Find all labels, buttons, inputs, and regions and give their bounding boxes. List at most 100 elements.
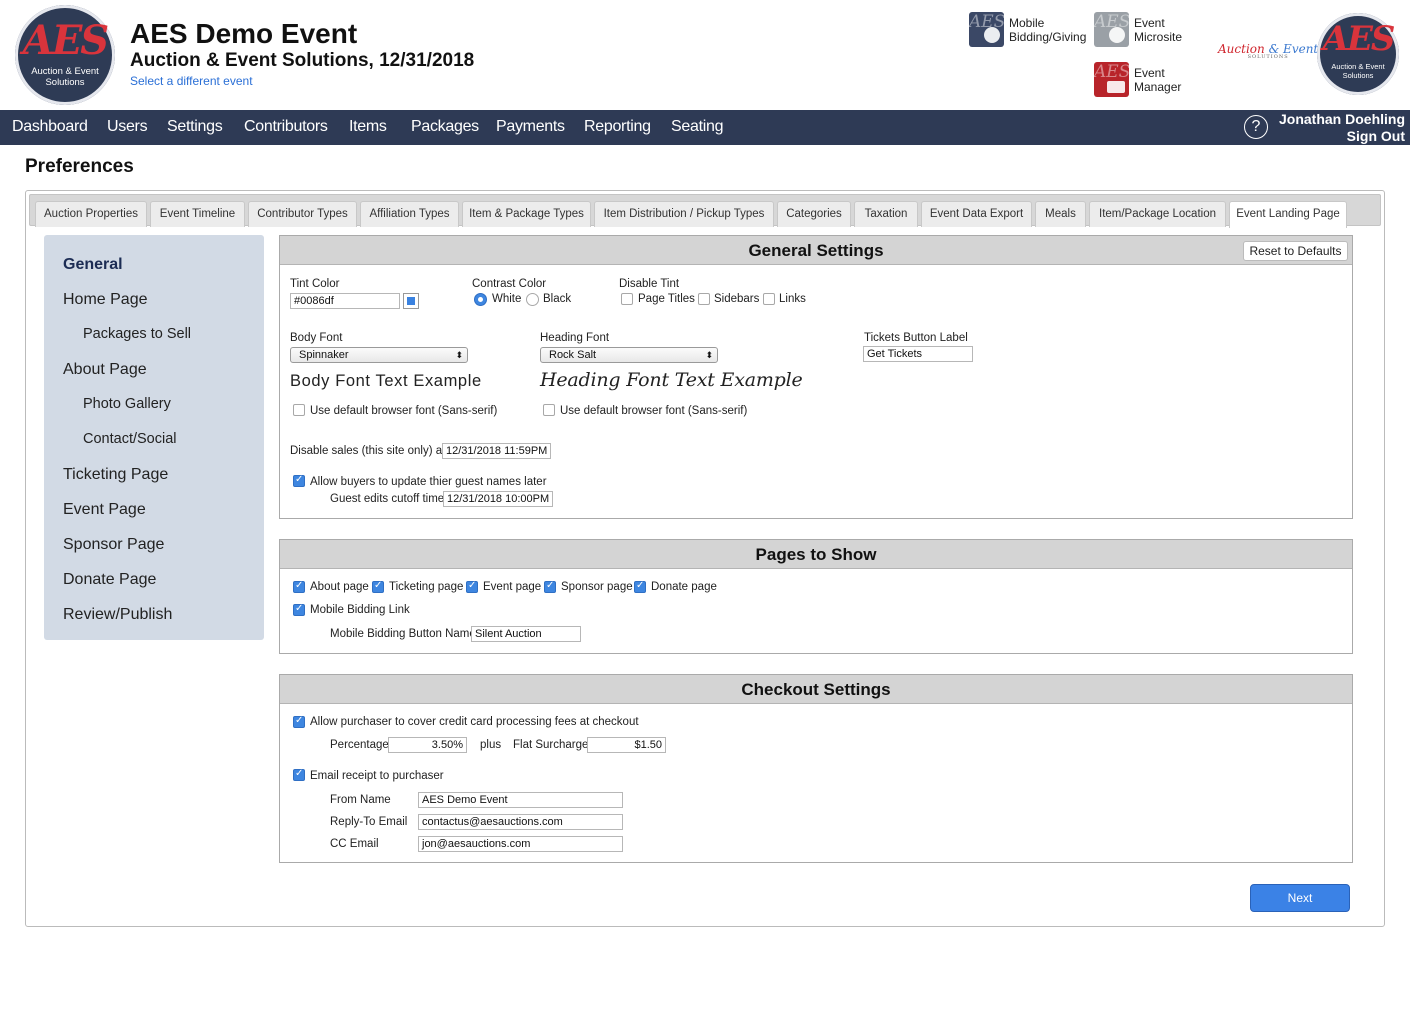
sidebar-item-general[interactable]: General bbox=[63, 256, 123, 274]
body-default-font-checkbox[interactable] bbox=[293, 404, 305, 416]
sidebar-item-ticketing-page[interactable]: Ticketing Page bbox=[63, 466, 168, 484]
disable-tint-sidebars-label: Sidebars bbox=[714, 293, 760, 305]
percentage-input[interactable]: 3.50% bbox=[388, 737, 467, 753]
nav-reporting[interactable]: Reporting bbox=[584, 118, 651, 136]
aes-logo[interactable]: AES Auction & Event Solutions bbox=[15, 5, 115, 105]
color-swatch[interactable] bbox=[403, 293, 419, 309]
tab-event-timeline[interactable]: Event Timeline bbox=[150, 201, 245, 227]
tab-item-package-types[interactable]: Item & Package Types bbox=[462, 201, 591, 227]
sidebar-item-sponsor-page[interactable]: Sponsor Page bbox=[63, 536, 164, 554]
show-about-checkbox[interactable] bbox=[293, 580, 305, 593]
sidebar-item-about-page[interactable]: About Page bbox=[63, 361, 147, 379]
tab-taxation[interactable]: Taxation bbox=[854, 201, 918, 227]
heading-font-label: Heading Font bbox=[540, 332, 610, 344]
nav-seating[interactable]: Seating bbox=[671, 118, 723, 136]
mobile-bidding-link-checkbox[interactable] bbox=[293, 603, 305, 616]
tab-meals[interactable]: Meals bbox=[1035, 201, 1086, 227]
sign-out-link[interactable]: Sign Out bbox=[1279, 128, 1405, 145]
contrast-color-label: Contrast Color bbox=[472, 278, 547, 290]
tab-event-data-export[interactable]: Event Data Export bbox=[921, 201, 1032, 227]
allow-guest-update-checkbox[interactable] bbox=[293, 474, 305, 487]
show-event-checkbox[interactable] bbox=[466, 580, 478, 593]
nav-contributors[interactable]: Contributors bbox=[244, 118, 328, 136]
main-nav: Dashboard Users Settings Contributors It… bbox=[0, 110, 1410, 145]
disable-sales-input[interactable]: 12/31/2018 11:59PM bbox=[442, 443, 551, 459]
reply-to-label: Reply-To Email bbox=[330, 816, 408, 828]
cover-fees-checkbox[interactable] bbox=[293, 715, 305, 728]
disable-sales-label: Disable sales (this site only) at bbox=[290, 445, 446, 457]
cover-fees-label: Allow purchaser to cover credit card pro… bbox=[310, 716, 639, 728]
heading-default-font-label: Use default browser font (Sans-serif) bbox=[560, 405, 748, 417]
tab-event-landing-page[interactable]: Event Landing Page bbox=[1229, 201, 1347, 228]
app-event-manager[interactable]: AES Event Manager bbox=[1094, 62, 1194, 97]
show-donate-checkbox[interactable] bbox=[634, 580, 646, 593]
reset-defaults-button[interactable]: Reset to Defaults bbox=[1243, 241, 1348, 261]
tint-color-label: Tint Color bbox=[290, 278, 340, 290]
body-font-label: Body Font bbox=[290, 332, 343, 344]
contrast-white-label: White bbox=[492, 293, 522, 305]
tab-affiliation-types[interactable]: Affiliation Types bbox=[360, 201, 459, 227]
email-receipt-checkbox[interactable] bbox=[293, 768, 305, 781]
disable-tint-links-label: Links bbox=[779, 293, 806, 305]
body-font-example: Body Font Text Example bbox=[290, 372, 482, 390]
mobile-bidding-link-label: Mobile Bidding Link bbox=[310, 604, 410, 616]
sidebar-item-event-page[interactable]: Event Page bbox=[63, 501, 146, 519]
email-receipt-label: Email receipt to purchaser bbox=[310, 770, 444, 782]
tab-item-package-location[interactable]: Item/Package Location bbox=[1089, 201, 1226, 227]
percentage-label: Percentage bbox=[330, 739, 389, 751]
disable-tint-page-titles-checkbox[interactable] bbox=[621, 293, 633, 305]
logo-caption: Auction & Event Solutions bbox=[1331, 62, 1385, 80]
app-label: Event Manager bbox=[1134, 65, 1182, 94]
show-event-label: Event page bbox=[483, 581, 542, 593]
sidebar-item-review-publish[interactable]: Review/Publish bbox=[63, 606, 172, 624]
sidebar-item-contact-social[interactable]: Contact/Social bbox=[83, 431, 177, 447]
reply-to-input[interactable]: contactus@aesauctions.com bbox=[418, 814, 623, 830]
disable-tint-links-checkbox[interactable] bbox=[763, 293, 775, 305]
contrast-white-radio[interactable] bbox=[474, 293, 487, 306]
show-ticketing-checkbox[interactable] bbox=[372, 580, 384, 593]
flat-surcharge-input[interactable]: $1.50 bbox=[587, 737, 666, 753]
sidebar-item-photo-gallery[interactable]: Photo Gallery bbox=[83, 396, 171, 412]
tab-item-distribution[interactable]: Item Distribution / Pickup Types bbox=[594, 201, 774, 227]
select-event-link[interactable]: Select a different event bbox=[130, 74, 253, 88]
from-name-input[interactable]: AES Demo Event bbox=[418, 792, 623, 808]
nav-users[interactable]: Users bbox=[107, 118, 148, 136]
contrast-black-label: Black bbox=[543, 293, 572, 305]
nav-packages[interactable]: Packages bbox=[411, 118, 479, 136]
next-button[interactable]: Next bbox=[1250, 884, 1350, 912]
landing-sidebar: General Home Page Packages to Sell About… bbox=[44, 235, 264, 640]
mobile-button-name-input[interactable]: Silent Auction bbox=[471, 626, 581, 642]
guest-cutoff-input[interactable]: 12/31/2018 10:00PM bbox=[443, 491, 553, 507]
body-default-font-label: Use default browser font (Sans-serif) bbox=[310, 405, 498, 417]
app-event-microsite[interactable]: AES Event Microsite bbox=[1094, 12, 1194, 47]
event-manager-icon: AES bbox=[1094, 62, 1129, 97]
help-icon[interactable]: ? bbox=[1244, 115, 1268, 139]
sidebar-item-packages-to-sell[interactable]: Packages to Sell bbox=[83, 326, 191, 342]
show-sponsor-checkbox[interactable] bbox=[544, 580, 556, 593]
tint-color-input[interactable]: #0086df bbox=[290, 293, 400, 309]
heading-font-select[interactable]: Rock Salt bbox=[540, 347, 718, 363]
sidebar-item-donate-page[interactable]: Donate Page bbox=[63, 571, 156, 589]
nav-dashboard[interactable]: Dashboard bbox=[12, 118, 88, 136]
tab-contributor-types[interactable]: Contributor Types bbox=[248, 201, 357, 227]
nav-items[interactable]: Items bbox=[349, 118, 387, 136]
disable-tint-label: Disable Tint bbox=[619, 278, 680, 290]
cc-email-input[interactable]: jon@aesauctions.com bbox=[418, 836, 623, 852]
event-title: AES Demo Event bbox=[130, 18, 358, 49]
user-name[interactable]: Jonathan Doehling bbox=[1279, 111, 1405, 128]
tab-auction-properties[interactable]: Auction Properties bbox=[35, 201, 147, 227]
guest-cutoff-label: Guest edits cutoff time bbox=[330, 493, 445, 505]
contrast-black-radio[interactable] bbox=[526, 293, 539, 306]
body-font-select[interactable]: Spinnaker bbox=[290, 347, 468, 363]
nav-settings[interactable]: Settings bbox=[167, 118, 223, 136]
tab-categories[interactable]: Categories bbox=[777, 201, 851, 227]
tickets-button-label-input[interactable]: Get Tickets bbox=[863, 346, 973, 362]
nav-payments[interactable]: Payments bbox=[496, 118, 565, 136]
sidebar-item-home-page[interactable]: Home Page bbox=[63, 291, 148, 309]
microsite-icon: AES bbox=[1094, 12, 1129, 47]
app-mobile-bidding[interactable]: AES Mobile Bidding/Giving bbox=[969, 12, 1091, 47]
tickets-button-label-label: Tickets Button Label bbox=[864, 332, 968, 344]
mobile-button-name-label: Mobile Bidding Button Name bbox=[330, 628, 476, 640]
disable-tint-sidebars-checkbox[interactable] bbox=[698, 293, 710, 305]
heading-default-font-checkbox[interactable] bbox=[543, 404, 555, 416]
